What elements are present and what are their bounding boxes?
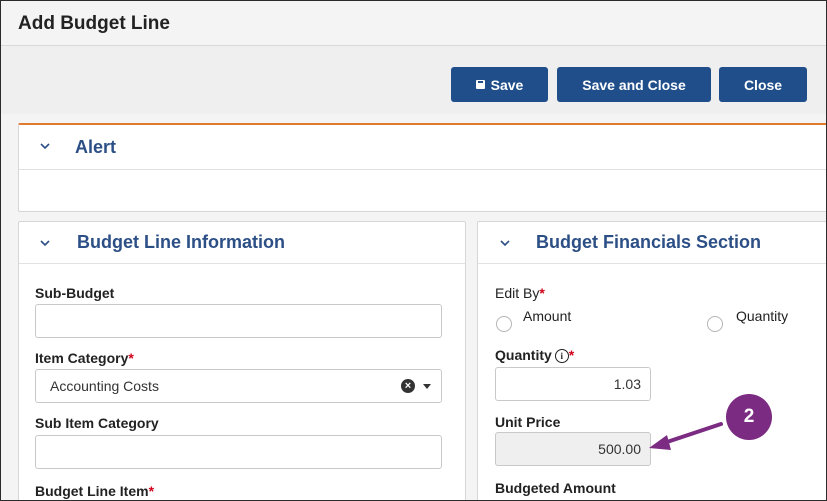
unit-price-label: Unit Price: [495, 414, 561, 430]
item-category-value: Accounting Costs: [50, 378, 159, 394]
close-button-label: Close: [743, 76, 783, 93]
budget-line-information-header[interactable]: Budget Line Information: [19, 222, 465, 264]
required-marker: *: [148, 483, 155, 499]
edit-by-label-text: Edit By: [495, 285, 540, 301]
budget-financials-header[interactable]: Budget Financials Section: [478, 222, 826, 264]
amount-radio[interactable]: [496, 316, 512, 332]
save-and-close-button[interactable]: Save and Close: [557, 67, 711, 102]
budget-line-information-title: Budget Line Information: [77, 232, 285, 252]
alert-panel: Alert: [18, 123, 826, 212]
budget-line-item-label-text: Budget Line Item: [35, 483, 149, 499]
quantity-radio[interactable]: [707, 316, 723, 332]
edit-by-label: Edit By*: [495, 285, 545, 301]
budget-line-item-label: Budget Line Item*: [35, 483, 154, 499]
quantity-radio-label[interactable]: Quantity: [736, 308, 788, 324]
chevron-down-icon[interactable]: [500, 238, 510, 248]
unit-price-value: 500.00: [598, 441, 641, 457]
quantity-label: Quantity i *: [495, 347, 575, 364]
info-icon[interactable]: i: [554, 349, 569, 364]
required-marker: *: [539, 285, 545, 301]
sub-budget-field[interactable]: [35, 304, 442, 338]
callout-badge: 2: [726, 394, 772, 440]
item-category-select[interactable]: Accounting Costs ×: [35, 369, 442, 403]
budget-financials-title: Budget Financials Section: [536, 232, 762, 252]
quantity-value: 1.03: [613, 376, 641, 392]
alert-title: Alert: [75, 137, 117, 157]
sub-item-category-label: Sub Item Category: [35, 415, 159, 431]
close-button[interactable]: Close: [719, 67, 807, 102]
save-icon: [475, 80, 485, 89]
save-button-label: Save: [490, 76, 524, 93]
item-category-label-text: Item Category: [35, 350, 129, 366]
budget-financials-panel: Budget Financials Section Edit By* Amoun…: [477, 221, 826, 500]
quantity-input[interactable]: 1.03: [495, 367, 651, 401]
caret-down-icon[interactable]: [423, 384, 431, 389]
item-category-label: Item Category*: [35, 350, 134, 366]
chevron-down-icon[interactable]: [40, 238, 50, 248]
dialog-title-bar: Add Budget Line: [1, 1, 826, 46]
required-marker: *: [568, 347, 575, 363]
quantity-label-text: Quantity: [495, 347, 552, 363]
required-marker: *: [128, 350, 134, 366]
chevron-down-icon[interactable]: [40, 141, 50, 151]
dialog-title: Add Budget Line: [18, 13, 170, 34]
dialog-window: Add Budget Line Save Save and Close Clos…: [0, 0, 827, 501]
alert-panel-header[interactable]: Alert: [19, 125, 826, 170]
unit-price-field: 500.00: [495, 432, 651, 466]
budget-line-information-panel: Budget Line Information Sub-Budget Item …: [18, 221, 466, 500]
budgeted-amount-label: Budgeted Amount: [495, 480, 616, 496]
amount-radio-label[interactable]: Amount: [523, 308, 571, 324]
callout-arrow: [649, 422, 723, 450]
sub-budget-label: Sub-Budget: [35, 285, 115, 301]
save-button[interactable]: Save: [451, 67, 548, 102]
save-and-close-label: Save and Close: [582, 76, 686, 93]
clear-icon[interactable]: ×: [401, 379, 415, 393]
sub-item-category-field[interactable]: [35, 435, 442, 469]
